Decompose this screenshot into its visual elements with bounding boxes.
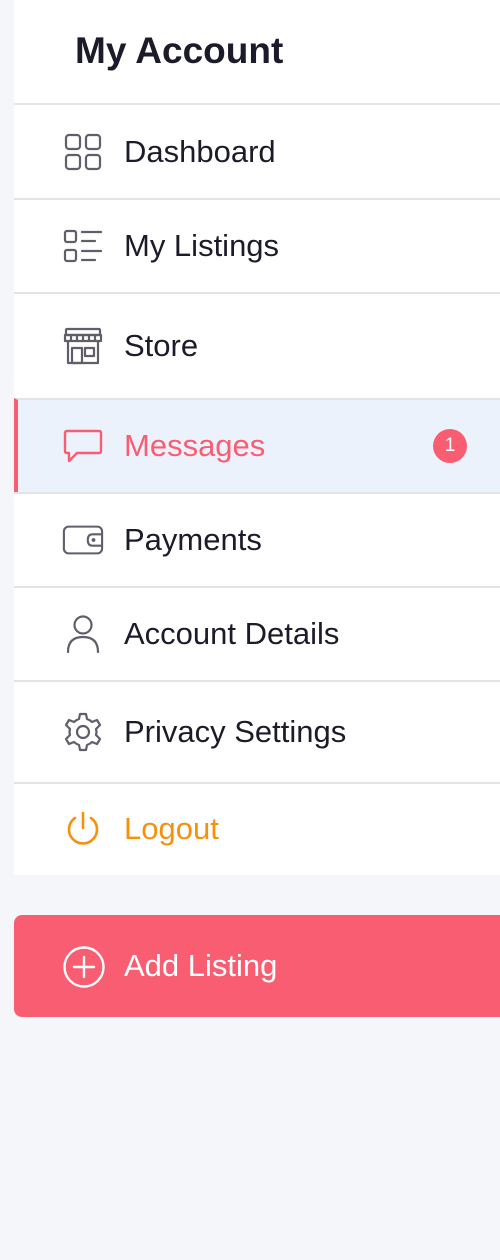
sidebar-title: My Account: [75, 30, 284, 71]
plus-circle-icon: [62, 945, 106, 989]
user-icon: [62, 613, 104, 655]
sidebar-item-label: Dashboard: [124, 133, 276, 169]
sidebar-item-label: Logout: [124, 811, 219, 846]
sidebar-item-payments[interactable]: Payments: [14, 492, 500, 586]
sidebar-item-account-details[interactable]: Account Details: [14, 586, 500, 680]
sidebar-item-store[interactable]: Store: [14, 292, 500, 398]
account-sidebar: My Account Dashboard My Listings Store M…: [14, 0, 500, 875]
sidebar-item-logout[interactable]: Logout: [14, 782, 500, 874]
add-listing-label: Add Listing: [124, 948, 278, 983]
power-icon: [62, 808, 104, 850]
store-icon: [62, 325, 104, 367]
listings-list-icon: [62, 225, 104, 267]
gear-icon: [62, 711, 104, 753]
dashboard-grid-icon: [62, 131, 104, 173]
sidebar-item-dashboard[interactable]: Dashboard: [14, 103, 500, 198]
sidebar-item-label: Messages: [124, 428, 266, 463]
sidebar-item-label: My Listings: [124, 228, 280, 263]
sidebar-item-label: Store: [124, 328, 199, 363]
sidebar-item-label: Payments: [124, 522, 262, 557]
account-menu: Dashboard My Listings Store Messages 1 P…: [14, 103, 500, 874]
sidebar-item-label: Account Details: [124, 616, 340, 651]
sidebar-item-label: Privacy Settings: [124, 714, 347, 749]
sidebar-item-messages[interactable]: Messages 1: [14, 398, 500, 492]
sidebar-item-privacy-settings[interactable]: Privacy Settings: [14, 680, 500, 782]
sidebar-item-my-listings[interactable]: My Listings: [14, 198, 500, 292]
message-bubble-icon: [62, 425, 104, 467]
add-listing-button[interactable]: Add Listing: [14, 915, 500, 1017]
wallet-icon: [62, 519, 104, 561]
unread-count-badge: 1: [433, 429, 467, 463]
